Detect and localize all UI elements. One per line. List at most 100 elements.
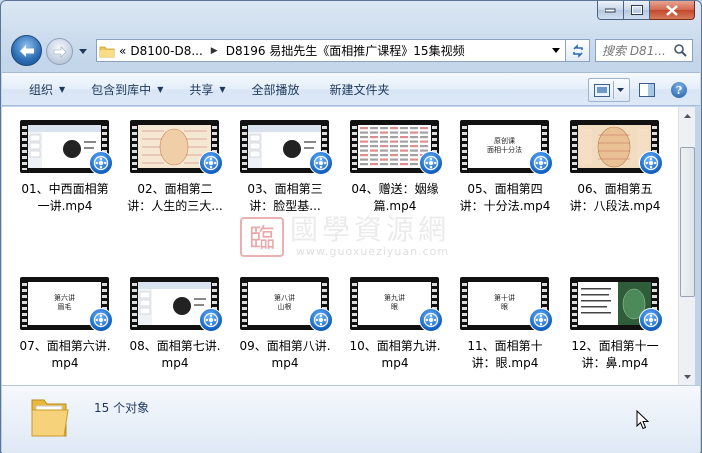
chevron-down-icon: ▼ <box>219 84 226 94</box>
breadcrumb-item-parent[interactable]: D8100-D8... <box>128 44 204 58</box>
vertical-scrollbar[interactable] <box>678 107 695 385</box>
file-name: 12、面相第十一 讲：鼻.mp4 <box>560 338 670 372</box>
item-count: 15 个对象 <box>94 401 150 415</box>
forward-button[interactable] <box>46 38 73 65</box>
maximize-button[interactable] <box>624 1 650 20</box>
help-button[interactable]: ? <box>664 78 694 102</box>
chevron-down-icon: ▼ <box>59 84 66 94</box>
refresh-button[interactable] <box>566 39 590 62</box>
slide-title: 第八讲 山根 <box>274 294 295 311</box>
file-item[interactable]: 01、中西面相第 一讲.mp4 <box>10 107 113 213</box>
folder-icon <box>28 392 72 443</box>
breadcrumb-overflow[interactable]: « <box>117 44 128 58</box>
chevron-down-icon <box>617 88 624 92</box>
file-name-line1: 11、面相第十 <box>467 339 543 353</box>
watermark: 臨 國學資源網 www.guoxueziyuan.com <box>240 215 450 258</box>
close-icon <box>666 4 678 16</box>
file-item[interactable]: 原创课 面相十分法 05、面相第四 讲：十分法.mp4 <box>450 107 553 213</box>
file-item[interactable]: 12、面相第十一 讲：鼻.mp4 <box>560 264 663 370</box>
file-item[interactable]: 第八讲 山根 09、面相第八讲. mp4 <box>230 264 333 370</box>
minimize-icon <box>605 8 616 13</box>
media-player-icon <box>529 151 553 175</box>
organize-menu[interactable]: 组织 ▼ <box>19 77 75 101</box>
breadcrumb-item-current[interactable]: D8196 易拙先生《面相推广课程》15集视频 <box>224 42 467 59</box>
details-pane: 15 个对象 <box>2 385 700 453</box>
file-name: 08、面相第七讲. mp4 <box>120 338 230 372</box>
search-icon[interactable] <box>670 44 690 57</box>
watermark-text: 國學資源網 <box>290 213 451 246</box>
media-player-icon <box>89 308 113 332</box>
media-player-icon <box>419 151 443 175</box>
scroll-up-icon[interactable] <box>679 107 696 124</box>
scroll-down-icon[interactable] <box>679 368 696 385</box>
share-label: 共享 <box>189 82 214 97</box>
recent-pages-dropdown[interactable] <box>77 45 89 57</box>
media-player-icon <box>639 308 663 332</box>
file-name-line2: mp4 <box>51 356 79 370</box>
media-player-icon <box>419 308 443 332</box>
file-name-line2: 一讲.mp4 <box>37 199 93 213</box>
file-item[interactable]: 08、面相第七讲. mp4 <box>120 264 223 370</box>
command-bar: 组织 ▼ 包含到库中 ▼ 共享 ▼ 全部播放 新建文件夹 ? <box>2 72 700 106</box>
folder-icon <box>97 40 117 61</box>
file-name-line1: 08、面相第七讲. <box>129 339 221 353</box>
watermark-url: www.guoxueziyuan.com <box>296 245 450 258</box>
file-item[interactable]: 06、面相第五 讲：八段法.mp4 <box>560 107 663 213</box>
help-icon: ? <box>671 82 687 98</box>
file-name: 04、赠送：姻缘 篇.mp4 <box>340 181 450 215</box>
file-item[interactable]: 03、面相第三 讲：脸型基... <box>230 107 333 213</box>
media-player-icon <box>199 151 223 175</box>
breadcrumb-separator-icon[interactable]: ▶ <box>205 46 224 56</box>
file-item[interactable]: 04、赠送：姻缘 篇.mp4 <box>340 107 443 213</box>
media-player-icon <box>199 308 223 332</box>
slide-title: 第九讲 眼 <box>384 294 405 311</box>
close-button[interactable] <box>650 1 695 20</box>
file-name-line1: 12、面相第十一 <box>571 339 659 353</box>
back-button[interactable] <box>11 35 42 66</box>
share-menu[interactable]: 共享 ▼ <box>179 77 235 101</box>
file-name-line2: 讲：八段法.mp4 <box>569 199 661 213</box>
file-list[interactable]: 臨 國學資源網 www.guoxueziyuan.com 01、中西面相第 一讲.… <box>2 107 678 385</box>
media-player-icon <box>309 308 333 332</box>
refresh-icon <box>572 43 583 58</box>
chevron-down-icon <box>552 48 560 53</box>
view-thumbnails-icon <box>594 83 610 97</box>
address-dropdown[interactable] <box>547 40 565 61</box>
file-name-line1: 07、面相第六讲. <box>19 339 111 353</box>
navigation-bar: « D8100-D8... ▶ D8196 易拙先生《面相推广课程》15集视频 <box>9 35 695 67</box>
preview-pane-button[interactable] <box>632 78 662 102</box>
file-name-line1: 02、面相第二 <box>137 182 213 196</box>
file-name-line1: 10、面相第九讲. <box>349 339 441 353</box>
file-name-line2: 讲：人生的三大... <box>127 199 223 213</box>
address-bar[interactable]: « D8100-D8... ▶ D8196 易拙先生《面相推广课程》15集视频 <box>96 39 566 62</box>
chevron-down-icon <box>79 48 87 54</box>
search-input[interactable] <box>596 43 670 58</box>
file-name-line2: 讲：脸型基... <box>249 199 321 213</box>
chevron-down-icon: ▼ <box>157 84 164 94</box>
file-name-line1: 01、中西面相第 <box>21 182 109 196</box>
file-name-line2: mp4 <box>271 356 299 370</box>
file-name-line1: 09、面相第八讲. <box>239 339 331 353</box>
back-arrow-icon <box>19 44 34 57</box>
file-name: 02、面相第二 讲：人生的三大... <box>120 181 230 215</box>
file-name-line2: 讲：鼻.mp4 <box>581 356 649 370</box>
minimize-button[interactable] <box>597 1 624 20</box>
new-folder-button[interactable]: 新建文件夹 <box>320 77 400 101</box>
scrollbar-thumb[interactable] <box>680 147 695 297</box>
file-item[interactable]: 第九讲 眼 10、面相第九讲. mp4 <box>340 264 443 370</box>
watermark-seal: 臨 <box>240 216 284 257</box>
view-controls: ? <box>588 78 694 102</box>
include-in-library-menu[interactable]: 包含到库中 ▼ <box>81 77 173 101</box>
search-box[interactable] <box>595 39 693 62</box>
file-name: 09、面相第八讲. mp4 <box>230 338 340 372</box>
file-name: 07、面相第六讲. mp4 <box>10 338 120 372</box>
file-item[interactable]: 第十讲 眼 11、面相第十 讲：眼.mp4 <box>450 264 553 370</box>
explorer-window: « D8100-D8... ▶ D8196 易拙先生《面相推广课程》15集视频 … <box>0 0 702 453</box>
mouse-cursor-icon <box>636 409 650 433</box>
file-item[interactable]: 02、面相第二 讲：人生的三大... <box>120 107 223 213</box>
file-item[interactable]: 第六讲 眉毛 07、面相第六讲. mp4 <box>10 264 113 370</box>
play-all-button[interactable]: 全部播放 <box>242 77 310 101</box>
file-name: 06、面相第五 讲：八段法.mp4 <box>560 181 670 215</box>
change-view-button[interactable] <box>588 78 630 102</box>
file-name: 03、面相第三 讲：脸型基... <box>230 181 340 215</box>
